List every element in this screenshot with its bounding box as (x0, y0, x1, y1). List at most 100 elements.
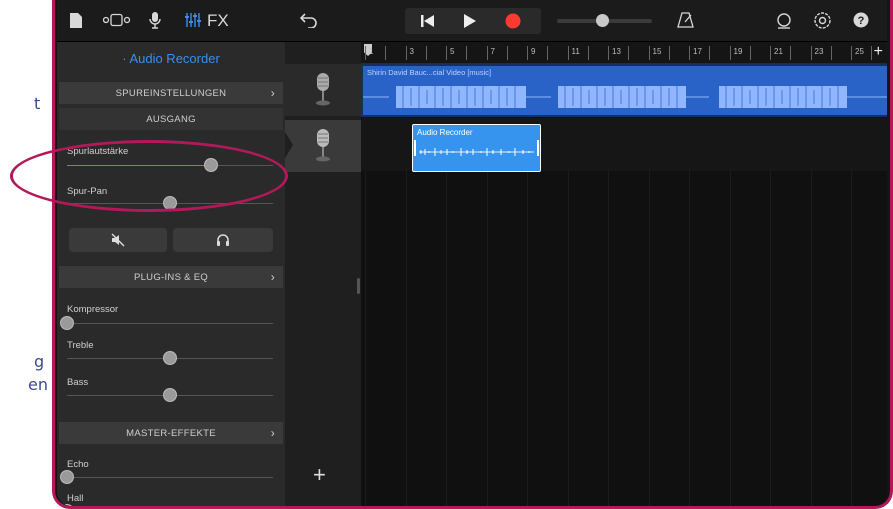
ruler-bar-number: 11 (571, 47, 580, 56)
ruler-bar-number: 15 (652, 47, 662, 56)
ruler-bar-number: 21 (774, 47, 783, 56)
ruler-tick (770, 46, 771, 60)
background-text-fragment: t (34, 94, 41, 113)
screenshot-root: t g en FX ? · Audio Recorder SPUREINSTEL… (0, 0, 893, 509)
ruler-tick (689, 46, 690, 60)
ruler-tick (729, 46, 731, 60)
annotation-highlight-ellipse (10, 140, 288, 212)
mixer-icon[interactable] (185, 12, 201, 28)
mute-button[interactable] (69, 228, 167, 252)
track-header-2[interactable] (285, 120, 361, 172)
background-text-fragment: en (28, 375, 48, 394)
chevron-right-icon: › (270, 270, 275, 284)
bar-ruler[interactable]: 1 3 5 7 9 11 13 15 17 19 21 23 25 + (361, 42, 887, 64)
record-icon[interactable] (505, 13, 521, 29)
microphone-icon (316, 73, 330, 106)
rewind-icon[interactable] (421, 14, 435, 28)
compressor-knob[interactable] (60, 316, 74, 330)
add-section-icon[interactable]: + (874, 43, 883, 61)
compressor-track[interactable] (67, 323, 273, 324)
section-plugins-eq-label: PLUG-INS & EQ (133, 271, 209, 283)
echo-label: Echo (67, 459, 89, 470)
reverb-knob[interactable] (60, 504, 74, 506)
track-controls-panel: · Audio Recorder SPUREINSTELLUNGEN › AUS… (57, 42, 285, 506)
track-view-icon[interactable] (103, 13, 131, 27)
section-track-settings[interactable]: SPUREINSTELLUNGEN › (59, 82, 283, 104)
ruler-tick (466, 46, 468, 60)
ruler-tick (709, 46, 711, 60)
volume-slider-knob[interactable] (596, 14, 609, 27)
ruler-tick (668, 46, 670, 60)
headphones-icon (217, 234, 229, 246)
solo-button[interactable] (173, 228, 273, 252)
track-header-1[interactable] (285, 64, 361, 116)
loop-icon[interactable] (775, 12, 793, 30)
ruler-bar-number: 19 (733, 47, 743, 56)
tracks-timeline: 1 3 5 7 9 11 13 15 17 19 21 23 25 + Shirin David Bau… (361, 42, 887, 506)
chevron-right-icon: › (270, 86, 275, 100)
ruler-tick (851, 46, 852, 60)
bass-label: Bass (67, 377, 89, 388)
background-text-fragment: g (34, 352, 45, 371)
settings-icon[interactable] (813, 11, 832, 30)
echo-track[interactable] (67, 477, 273, 478)
reverb-label: Hall (67, 493, 84, 504)
ruler-tick (628, 46, 630, 60)
ruler-bar-number: 7 (490, 47, 495, 56)
microphone-icon (316, 129, 330, 162)
waveform-recording (414, 140, 539, 156)
panel-resize-handle[interactable] (357, 278, 360, 294)
help-icon[interactable]: ? (853, 12, 869, 28)
chevron-right-icon: › (270, 426, 275, 440)
garageband-window: FX ? · Audio Recorder SPUREINSTELLUNGEN … (57, 0, 887, 506)
treble-label: Treble (67, 340, 94, 351)
section-master-effects-label: MASTER-EFFEKTE (126, 427, 216, 439)
bass-knob[interactable] (163, 388, 177, 402)
echo-knob[interactable] (60, 470, 74, 484)
mic-icon[interactable] (149, 11, 161, 30)
ruler-tick (425, 46, 427, 60)
ruler-bar-number: 3 (409, 47, 414, 56)
ruler-bar-number: 23 (814, 47, 824, 56)
top-toolbar: FX ? (57, 0, 887, 42)
svg-text:?: ? (858, 15, 865, 27)
ruler-tick (608, 46, 609, 60)
panel-title: · Audio Recorder (122, 51, 220, 66)
metronome-icon[interactable] (677, 12, 694, 28)
audio-region-recording[interactable]: Audio Recorder (412, 124, 541, 172)
treble-knob[interactable] (163, 351, 177, 365)
ruler-bar-number: 25 (855, 47, 864, 56)
ruler-bar-number: 13 (612, 47, 621, 56)
ruler-bar-number: 17 (693, 47, 702, 56)
ruler-bar-number: 1 (369, 47, 374, 56)
ruler-tick (365, 46, 366, 60)
ruler-tick (385, 46, 387, 60)
add-track-button[interactable]: + (313, 462, 326, 488)
ruler-tick (506, 46, 508, 60)
ruler-tick (810, 46, 812, 60)
ruler-bar-number: 5 (450, 47, 455, 56)
track-header-column: + (285, 42, 361, 506)
section-output-label: AUSGANG (146, 113, 196, 125)
fx-button[interactable]: FX (207, 11, 229, 31)
waveform-music (363, 86, 887, 108)
my-songs-icon[interactable] (69, 12, 83, 29)
ruler-tick (547, 46, 549, 60)
ruler-tick (871, 46, 873, 60)
ruler-tick (567, 46, 569, 60)
mute-speaker-icon (111, 233, 125, 247)
ruler-bar-number: 9 (531, 47, 536, 56)
play-icon[interactable] (463, 13, 477, 29)
ruler-tick (749, 46, 751, 60)
ruler-tick (790, 46, 792, 60)
section-plugins-eq[interactable]: PLUG-INS & EQ › (59, 266, 283, 288)
compressor-label: Kompressor (67, 304, 119, 315)
ruler-tick (486, 46, 488, 60)
audio-region-music[interactable]: Shirin David Bauc...cial Video [music] (363, 66, 887, 115)
ruler-tick (405, 46, 407, 60)
ruler-tick (527, 46, 528, 60)
ruler-tick (830, 46, 832, 60)
undo-icon[interactable] (300, 12, 318, 28)
section-master-effects[interactable]: MASTER-EFFEKTE › (59, 422, 283, 444)
section-track-settings-label: SPUREINSTELLUNGEN (115, 87, 227, 99)
